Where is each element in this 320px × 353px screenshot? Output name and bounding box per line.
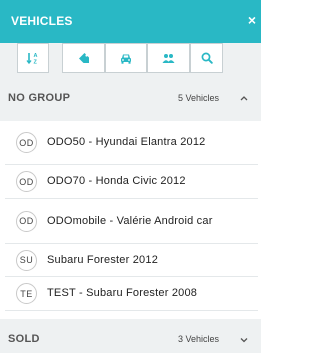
sort-button[interactable]: A Z <box>17 43 49 73</box>
vehicle-filter-button[interactable] <box>105 43 147 73</box>
vehicle-name: TEST - Subaru Forester 2008 <box>47 287 198 299</box>
vehicle-avatar: SU <box>16 249 37 271</box>
vehicle-avatar: OD <box>16 210 37 232</box>
group-icon <box>162 53 175 64</box>
vehicle-list-item[interactable]: OD ODO50 - Hyundai Elantra 2012 <box>5 121 258 165</box>
group-filter-button[interactable] <box>147 43 190 73</box>
vehicle-avatar: TE <box>16 283 37 304</box>
chevron-down-icon[interactable] <box>238 333 250 345</box>
chevron-up-icon[interactable] <box>238 91 250 103</box>
vehicle-name: Subaru Forester 2012 <box>47 253 159 266</box>
tag-icon <box>78 52 90 64</box>
tag-filter-button[interactable] <box>62 43 105 73</box>
vehicle-list-item[interactable]: TE TEST - Subaru Forester 2008 <box>5 277 258 311</box>
vehicle-name: ODO50 - Hyundai Elantra 2012 <box>47 136 206 148</box>
panel-title: VEHICLES <box>11 14 73 28</box>
vehicle-avatar: OD <box>16 132 37 153</box>
vehicle-list-item[interactable]: SU Subaru Forester 2012 <box>5 244 258 277</box>
svg-text:A: A <box>34 53 38 59</box>
sort-az-icon: A Z <box>26 51 40 65</box>
vehicle-name: ODO70 - Honda Civic 2012 <box>47 175 186 187</box>
vehicle-list-item[interactable]: OD ODO70 - Honda Civic 2012 <box>5 165 258 199</box>
group-header-sold[interactable]: SOLD 3 Vehicles <box>0 319 261 353</box>
search-icon <box>201 52 213 64</box>
group-vehicle-count: 5 Vehicles <box>177 93 219 103</box>
group-vehicle-count: 3 Vehicles <box>177 334 219 344</box>
group-name: NO GROUP <box>8 92 71 104</box>
group-header-no-group[interactable]: NO GROUP 5 Vehicles <box>0 77 261 121</box>
vehicle-list-item[interactable]: OD ODOmobile - Valérie Android car <box>5 199 258 244</box>
car-icon <box>120 53 132 64</box>
vehicle-list: OD ODO50 - Hyundai Elantra 2012 OD ODO70… <box>0 121 261 311</box>
toolbar: A Z <box>0 43 261 77</box>
panel-header: VEHICLES × <box>0 0 261 43</box>
close-button[interactable]: × <box>245 11 259 29</box>
vehicle-avatar: OD <box>16 171 37 192</box>
vehicles-panel: VEHICLES × A Z NO GROUP 5 Vehicles OD OD… <box>0 0 261 353</box>
vehicle-name: ODOmobile - Valérie Android car <box>47 214 213 227</box>
group-name: SOLD <box>8 333 40 345</box>
search-button[interactable] <box>190 43 223 73</box>
svg-text:Z: Z <box>34 60 38 66</box>
